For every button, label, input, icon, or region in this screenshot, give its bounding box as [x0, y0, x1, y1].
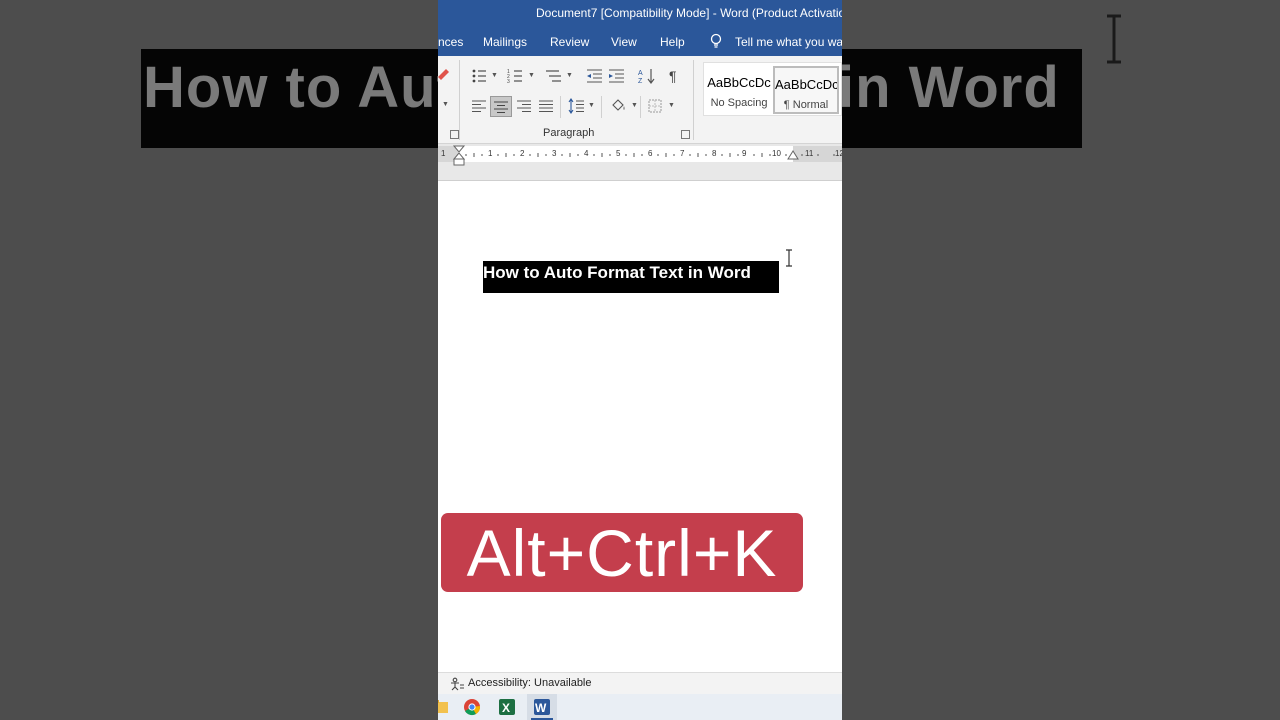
word-window: Document7 [Compatibility Mode] - Word (P…: [438, 0, 842, 720]
text-cursor-icon: [786, 249, 792, 267]
align-center-icon: [494, 101, 508, 114]
align-center-button[interactable]: [490, 96, 512, 117]
dialog-launcher-icon[interactable]: [681, 130, 690, 139]
ruler-mark: 1: [488, 149, 493, 158]
svg-text:¶: ¶: [669, 68, 677, 84]
chevron-down-icon[interactable]: ▼: [566, 72, 573, 79]
tab-mailings[interactable]: Mailings: [483, 35, 527, 49]
format-painter-icon[interactable]: [438, 67, 450, 83]
tab-review[interactable]: Review: [550, 35, 589, 49]
line-spacing-icon[interactable]: [568, 98, 586, 114]
increase-indent-icon[interactable]: [608, 68, 626, 84]
ruler-mark: 10: [772, 149, 781, 158]
decrease-indent-icon[interactable]: [586, 68, 604, 84]
style-name: No Spacing: [710, 97, 768, 109]
borders-icon[interactable]: [647, 98, 665, 114]
svg-text:W: W: [535, 701, 547, 715]
indent-marker-icon[interactable]: [453, 144, 465, 166]
ruler-mark: 12: [835, 149, 842, 158]
ruler-mark: 8: [712, 149, 717, 158]
style-no-spacing[interactable]: AaBbCcDc No Spacing: [706, 66, 772, 114]
ruler-ticks: [465, 153, 835, 157]
document-page[interactable]: How to Auto Format Text in Word Alt+Ctrl…: [438, 182, 842, 672]
style-normal[interactable]: AaBbCcDc ¶ Normal: [773, 66, 839, 114]
selected-heading-text[interactable]: How to Auto Format Text in Word: [483, 261, 779, 293]
ruler-mark: 6: [648, 149, 653, 158]
group-separator: [693, 60, 694, 140]
chevron-down-icon[interactable]: ▼: [668, 102, 675, 109]
status-bar: Accessibility: Unavailable: [438, 672, 842, 694]
horizontal-ruler[interactable]: 1 1 2 3 4 5 6 7 8 9 10 11 12: [438, 146, 842, 162]
shading-icon[interactable]: [610, 97, 628, 113]
chevron-down-icon[interactable]: ▼: [491, 72, 498, 79]
accessibility-status[interactable]: Accessibility: Unavailable: [468, 677, 592, 689]
taskbar: X W: [438, 694, 842, 720]
show-formatting-icon[interactable]: ¶: [667, 68, 685, 84]
justify-icon[interactable]: [537, 98, 555, 114]
tab-view[interactable]: View: [611, 35, 637, 49]
group-separator: [601, 96, 602, 118]
background-title-right: in Word: [838, 55, 1060, 120]
svg-text:3: 3: [507, 79, 510, 84]
word-taskbar-button[interactable]: W: [527, 694, 557, 720]
dialog-launcher-icon[interactable]: [450, 130, 459, 139]
ruler-mark: 11: [805, 149, 814, 158]
align-left-icon[interactable]: [470, 98, 488, 114]
tab-help[interactable]: Help: [660, 35, 685, 49]
tell-me-search[interactable]: Tell me what you want to do: [735, 35, 842, 49]
chevron-down-icon[interactable]: ▼: [442, 101, 449, 108]
group-separator: [560, 96, 561, 118]
ruler-mark: 4: [584, 149, 589, 158]
ibeam-cursor-icon: [1107, 14, 1121, 64]
ruler-mark: 9: [742, 149, 747, 158]
paragraph-group-label: Paragraph: [543, 127, 595, 139]
svg-text:X: X: [502, 701, 510, 715]
svg-text:A: A: [638, 70, 643, 77]
ruler-area: 1 1 2 3 4 5 6 7 8 9 10 11 12: [438, 144, 842, 181]
group-separator: [640, 96, 641, 118]
ruler-mark: 2: [520, 149, 525, 158]
ruler-mark: 5: [616, 149, 621, 158]
shortcut-overlay: Alt+Ctrl+K: [441, 513, 803, 592]
chrome-icon[interactable]: [462, 697, 482, 717]
align-right-icon[interactable]: [515, 98, 533, 114]
chevron-down-icon[interactable]: ▼: [588, 102, 595, 109]
tab-references[interactable]: nces: [438, 35, 463, 49]
styles-gallery: AaBbCcDc No Spacing AaBbCcDc ¶ Normal: [703, 62, 842, 116]
ribbon-home: ▼ ▼ 1 2 3 ▼ ▼ A Z ¶ ▼ ▼ ▼ Paragraph AaBb…: [438, 56, 842, 144]
file-explorer-icon[interactable]: [438, 697, 450, 717]
lightbulb-icon: [710, 33, 722, 48]
chevron-down-icon[interactable]: ▼: [528, 72, 535, 79]
ruler-mark: 7: [680, 149, 685, 158]
ruler-mark: 1: [441, 149, 446, 158]
right-indent-marker-icon[interactable]: [787, 150, 799, 160]
multilevel-list-icon[interactable]: [545, 68, 563, 84]
title-bar: Document7 [Compatibility Mode] - Word (P…: [438, 0, 842, 26]
numbering-icon[interactable]: 1 2 3: [507, 68, 525, 84]
bullets-icon[interactable]: [471, 68, 489, 84]
excel-icon[interactable]: X: [497, 697, 517, 717]
style-name: ¶ Normal: [783, 99, 829, 111]
chevron-down-icon[interactable]: ▼: [631, 102, 638, 109]
word-icon: W: [534, 699, 550, 715]
accessibility-icon[interactable]: [450, 677, 466, 691]
ribbon-tabs: nces Mailings Review View Help Tell me w…: [438, 26, 842, 56]
style-preview: AaBbCcDc: [775, 77, 837, 92]
sort-icon[interactable]: A Z: [638, 68, 656, 84]
svg-text:Z: Z: [638, 78, 643, 84]
style-preview: AaBbCcDc: [707, 75, 771, 90]
ruler-mark: 3: [552, 149, 557, 158]
group-separator: [459, 60, 460, 140]
